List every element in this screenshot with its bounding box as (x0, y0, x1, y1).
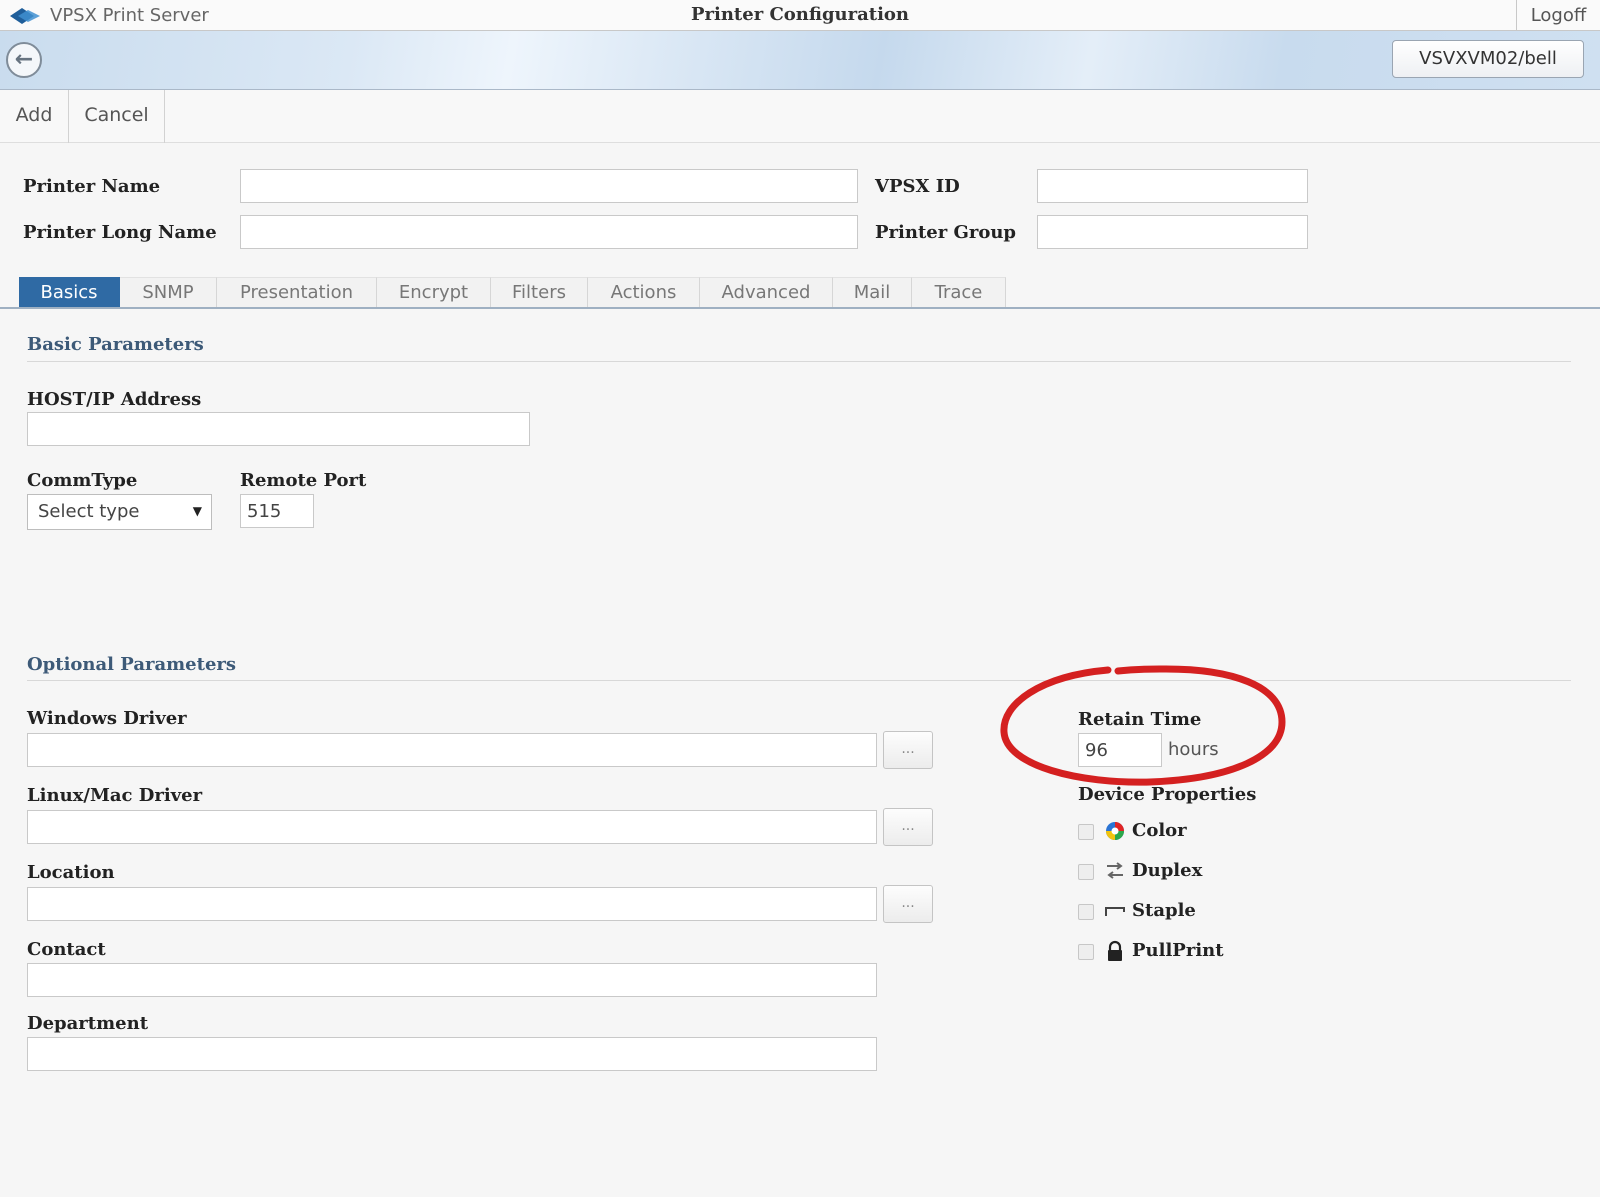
host-ip-input[interactable] (27, 412, 530, 446)
location-label: Location (27, 862, 115, 883)
color-checkbox[interactable] (1078, 824, 1094, 840)
printer-name-input[interactable] (240, 169, 858, 203)
tab-snmp[interactable]: SNMP (120, 277, 217, 308)
tab-basics[interactable]: Basics (19, 277, 120, 308)
contact-label: Contact (27, 939, 106, 960)
color-label: Color (1132, 820, 1187, 841)
linux-mac-driver-input[interactable] (27, 810, 877, 844)
action-bar: Add Cancel (0, 90, 1600, 143)
host-ip-label: HOST/IP Address (27, 389, 202, 410)
tab-trace[interactable]: Trace (912, 277, 1006, 308)
server-button[interactable]: VSVXVM02/bell (1392, 40, 1584, 78)
linux-mac-driver-label: Linux/Mac Driver (27, 785, 203, 806)
page-title: Printer Configuration (690, 4, 910, 25)
divider (27, 361, 1571, 362)
commtype-label: CommType (27, 470, 138, 491)
tab-advanced[interactable]: Advanced (700, 277, 833, 308)
tab-presentation[interactable]: Presentation (217, 277, 377, 308)
divider (27, 680, 1571, 681)
cancel-button[interactable]: Cancel (69, 90, 165, 143)
pullprint-label: PullPrint (1132, 940, 1224, 961)
commtype-select[interactable]: Select type ▼ (27, 494, 212, 530)
staple-checkbox[interactable] (1078, 904, 1094, 920)
vpsx-id-input[interactable] (1037, 169, 1308, 203)
device-properties-title: Device Properties (1078, 784, 1257, 805)
retain-time-input[interactable] (1078, 733, 1162, 767)
tab-mail[interactable]: Mail (833, 277, 912, 308)
add-button[interactable]: Add (0, 90, 69, 143)
staple-label: Staple (1132, 900, 1196, 921)
logoff-link[interactable]: Logoff (1516, 0, 1600, 31)
tab-actions[interactable]: Actions (588, 277, 700, 308)
tab-encrypt[interactable]: Encrypt (377, 277, 491, 308)
printer-group-input[interactable] (1037, 215, 1308, 249)
printer-long-name-label: Printer Long Name (23, 222, 217, 243)
basic-parameters-title: Basic Parameters (27, 334, 204, 355)
remote-port-label: Remote Port (240, 470, 367, 491)
contact-input[interactable] (27, 963, 877, 997)
banner (0, 31, 1600, 90)
optional-parameters-title: Optional Parameters (27, 654, 237, 675)
linux-mac-driver-browse-button[interactable]: ... (883, 808, 933, 846)
duplex-label: Duplex (1132, 860, 1203, 881)
vpsx-id-label: VPSX ID (875, 176, 960, 197)
staple-icon (1105, 907, 1125, 916)
lock-icon (1108, 940, 1122, 961)
location-input[interactable] (27, 887, 877, 921)
printer-name-label: Printer Name (23, 176, 161, 197)
title-bar: VPSX Print Server Printer Configuration … (0, 0, 1600, 31)
retain-time-label: Retain Time (1078, 709, 1202, 730)
windows-driver-label: Windows Driver (27, 708, 187, 729)
pullprint-checkbox[interactable] (1078, 944, 1094, 960)
dropdown-arrow-icon: ▼ (192, 504, 202, 518)
windows-driver-browse-button[interactable]: ... (883, 731, 933, 769)
commtype-selected: Select type (38, 501, 140, 522)
tab-filters[interactable]: Filters (491, 277, 588, 308)
windows-driver-input[interactable] (27, 733, 877, 767)
tab-underline (0, 307, 1600, 309)
duplex-checkbox[interactable] (1078, 864, 1094, 880)
department-input[interactable] (27, 1037, 877, 1071)
printer-group-label: Printer Group (875, 222, 1016, 243)
printer-long-name-input[interactable] (240, 215, 858, 249)
duplex-icon (1107, 862, 1123, 879)
location-browse-button[interactable]: ... (883, 885, 933, 923)
retain-time-unit: hours (1168, 739, 1219, 760)
department-label: Department (27, 1013, 149, 1034)
back-arrow-icon[interactable]: ← (6, 42, 42, 78)
remote-port-input[interactable] (240, 494, 314, 528)
color-wheel-icon (1106, 822, 1124, 840)
